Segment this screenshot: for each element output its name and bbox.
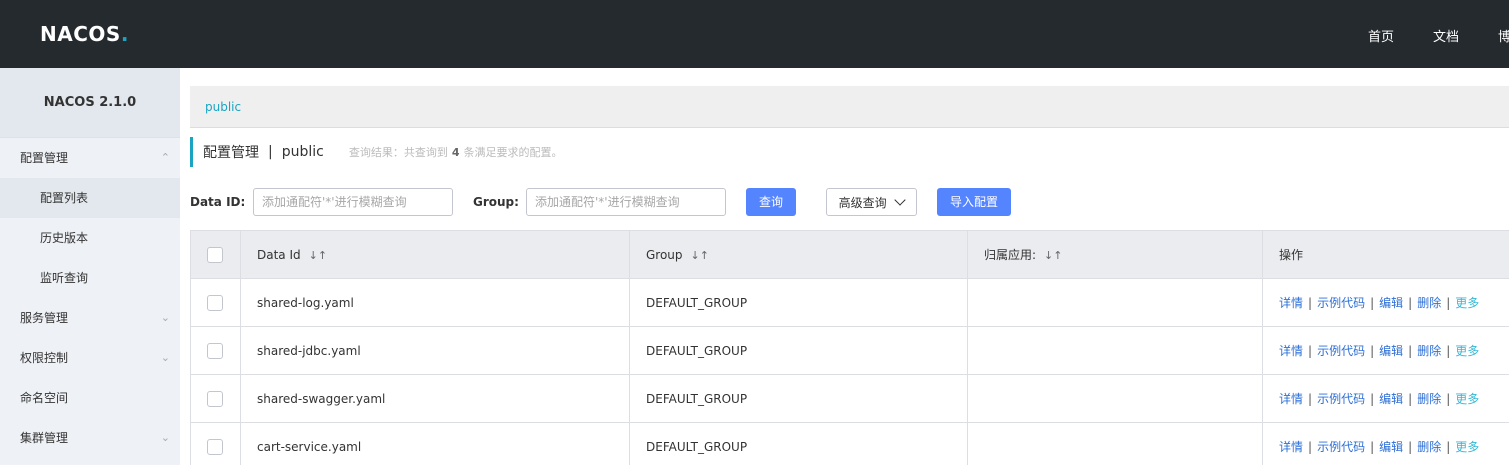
chevron-down-icon: ⌄ [160,431,170,444]
sample-code-link[interactable]: 示例代码 [1317,440,1365,454]
main-content: public 配置管理 | public 查询结果：共查询到 4 条满足要求的配置。… [180,68,1509,465]
import-config-button[interactable]: 导入配置 [937,188,1011,216]
cell-group: DEFAULT_GROUP [629,374,968,423]
row-checkbox[interactable] [207,390,223,407]
sample-code-link[interactable]: 示例代码 [1317,296,1365,310]
chevron-down-icon [894,194,907,206]
sample-code-link[interactable]: 示例代码 [1317,344,1365,358]
edit-link[interactable]: 编辑 [1379,392,1403,406]
page-title-text: 配置管理 [203,145,259,161]
header-group[interactable]: Group ↓↑ [629,230,968,279]
table-row: cart-service.yaml DEFAULT_GROUP 详情 | 示例代码 |… [190,422,1509,465]
row-checkbox[interactable] [207,342,223,359]
title-separator: | [268,144,273,160]
config-table: Data Id ↓↑ Group ↓↑ 归属应用: ↓↑ 操作 shared-log.… [190,230,1509,465]
cell-app [967,278,1263,327]
detail-link[interactable]: 详情 [1279,344,1303,358]
group-label: Group: [473,195,519,209]
sidebar: NACOS 2.1.0 配置管理 ⌃ 配置列表 历史版本 监听查询 服务管理 ⌄… [0,68,180,465]
nav-home-link[interactable]: 首页 [1368,26,1394,45]
header-data-id[interactable]: Data Id ↓↑ [240,230,630,279]
row-checkbox[interactable] [207,438,223,455]
nav-blog-link[interactable]: 博 [1498,26,1509,45]
cell-data-id: shared-jdbc.yaml [240,326,630,375]
sidebar-item-listener-query[interactable]: 监听查询 [0,258,180,298]
sidebar-item-config-list[interactable]: 配置列表 [0,178,180,218]
query-result-summary: 查询结果：共查询到 4 条满足要求的配置。 [348,146,563,159]
table-header-row: Data Id ↓↑ Group ↓↑ 归属应用: ↓↑ 操作 [190,230,1509,279]
namespace-bar: public [190,86,1509,128]
edit-link[interactable]: 编辑 [1379,440,1403,454]
more-link[interactable]: 更多 [1455,440,1479,454]
sort-icon[interactable]: ↓↑ [691,249,709,262]
cell-app [967,326,1263,375]
advanced-query-button[interactable]: 高级查询 [826,188,917,216]
delete-link[interactable]: 删除 [1417,344,1441,358]
table-row: shared-swagger.yaml DEFAULT_GROUP 详情 | 示例代… [190,374,1509,423]
sidebar-item-config-management[interactable]: 配置管理 ⌃ [0,138,180,178]
cell-group: DEFAULT_GROUP [629,422,968,465]
more-link[interactable]: 更多 [1455,296,1479,310]
table-row: shared-log.yaml DEFAULT_GROUP 详情 | 示例代码 | 编辑… [190,278,1509,327]
page-title: 配置管理 | public 查询结果：共查询到 4 条满足要求的配置。 [190,137,563,167]
sidebar-item-namespace[interactable]: 命名空间 [0,378,180,418]
more-link[interactable]: 更多 [1455,344,1479,358]
sidebar-item-history[interactable]: 历史版本 [0,218,180,258]
chevron-down-icon: ⌄ [160,351,170,364]
edit-link[interactable]: 编辑 [1379,296,1403,310]
sidebar-item-cluster-management[interactable]: 集群管理 ⌄ [0,418,180,458]
row-checkbox[interactable] [207,294,223,311]
delete-link[interactable]: 删除 [1417,392,1441,406]
nav-docs-link[interactable]: 文档 [1433,26,1459,45]
cell-group: DEFAULT_GROUP [629,278,968,327]
data-id-input[interactable] [253,188,453,216]
cell-data-id: cart-service.yaml [240,422,630,465]
header-app[interactable]: 归属应用: ↓↑ [967,230,1263,279]
cell-operations: 详情 | 示例代码 | 编辑 | 删除 | 更多 [1262,278,1509,327]
detail-link[interactable]: 详情 [1279,296,1303,310]
table-row: shared-jdbc.yaml DEFAULT_GROUP 详情 | 示例代码 | 编… [190,326,1509,375]
cell-data-id: shared-swagger.yaml [240,374,630,423]
cell-operations: 详情 | 示例代码 | 编辑 | 删除 | 更多 [1262,422,1509,465]
chevron-up-icon: ⌃ [160,151,170,164]
nacos-logo[interactable]: NA C OS. [40,22,129,46]
more-link[interactable]: 更多 [1455,392,1479,406]
cell-operations: 详情 | 示例代码 | 编辑 | 删除 | 更多 [1262,326,1509,375]
top-navbar: NA C OS. 首页 文档 博 [0,0,1509,68]
sort-icon[interactable]: ↓↑ [1044,249,1062,262]
sidebar-item-service-management[interactable]: 服务管理 ⌄ [0,298,180,338]
group-input[interactable] [526,188,726,216]
cell-app [967,422,1263,465]
delete-link[interactable]: 删除 [1417,296,1441,310]
detail-link[interactable]: 详情 [1279,392,1303,406]
data-id-label: Data ID: [190,195,246,209]
cell-operations: 详情 | 示例代码 | 编辑 | 删除 | 更多 [1262,374,1509,423]
detail-link[interactable]: 详情 [1279,440,1303,454]
sidebar-item-access-control[interactable]: 权限控制 ⌄ [0,338,180,378]
top-nav-links: 首页 文档 博 [1368,26,1509,45]
cell-data-id: shared-log.yaml [240,278,630,327]
query-button[interactable]: 查询 [746,188,796,216]
edit-link[interactable]: 编辑 [1379,344,1403,358]
title-namespace: public [281,144,324,160]
sidebar-version: NACOS 2.1.0 [0,68,180,138]
sample-code-link[interactable]: 示例代码 [1317,392,1365,406]
chevron-down-icon: ⌄ [160,311,170,324]
sort-icon[interactable]: ↓↑ [309,249,327,262]
namespace-tab-public[interactable]: public [205,100,241,114]
delete-link[interactable]: 删除 [1417,440,1441,454]
cell-group: DEFAULT_GROUP [629,326,968,375]
header-operations: 操作 [1262,230,1509,279]
search-form: Data ID: Group: 查询 高级查询 导入配置 [190,188,1509,216]
cell-app [967,374,1263,423]
select-all-checkbox[interactable] [207,246,223,263]
